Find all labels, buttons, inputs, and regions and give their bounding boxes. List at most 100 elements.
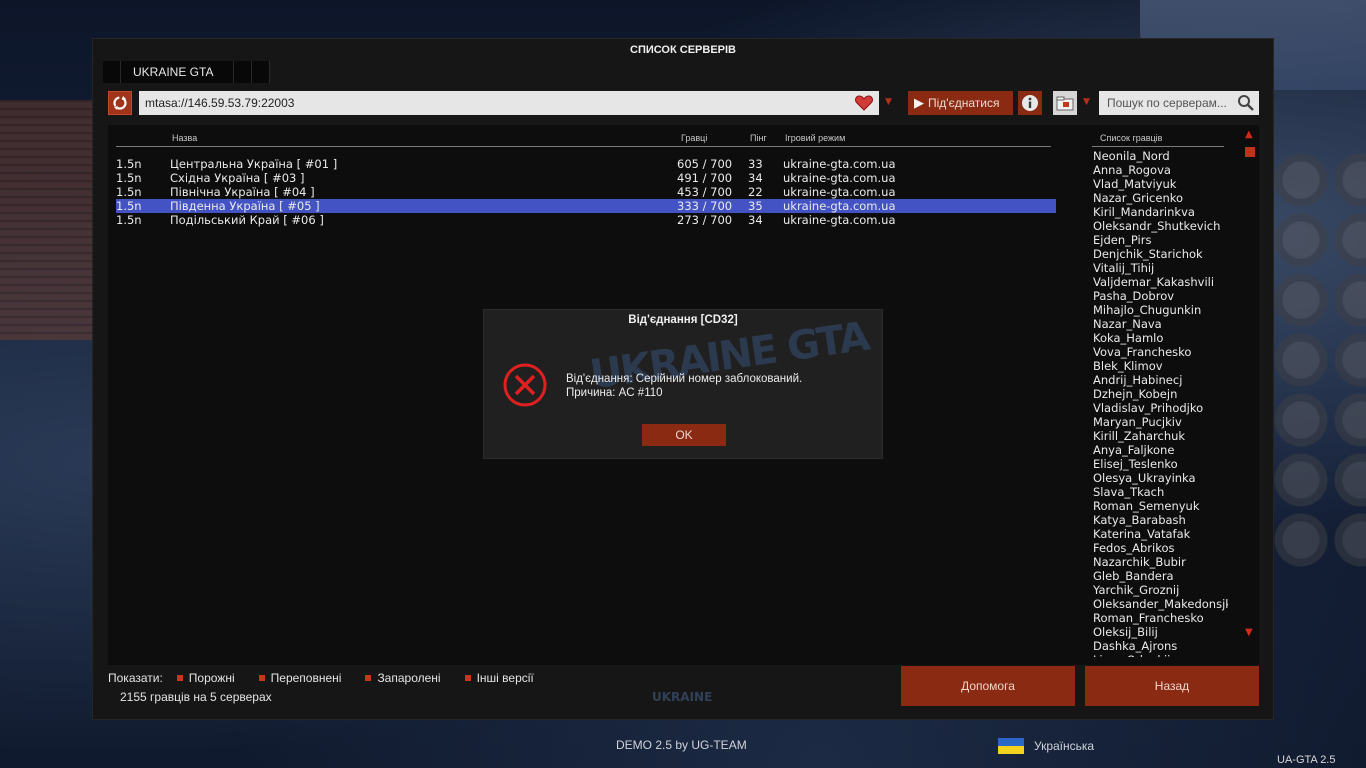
filter-full[interactable]: Переповнені xyxy=(258,671,342,685)
dialog-message-line-1: Від'єднання: Серійний номер заблокований… xyxy=(566,373,803,385)
player-list-item: Pasha_Dobrov xyxy=(1093,289,1175,303)
player-list-item: Yarchik_Groznij xyxy=(1093,583,1180,597)
tab-bar: UKRAINE GTA xyxy=(103,61,271,83)
filter-locked-checkbox[interactable] xyxy=(365,675,372,681)
play-icon: ▶ xyxy=(914,95,924,110)
player-list-item: Neonila_Nord xyxy=(1093,149,1170,163)
tab-ukraine-gta[interactable]: UKRAINE GTA xyxy=(121,61,235,83)
server-name: Центральна Україна [ #01 ] xyxy=(170,157,338,171)
player-list-item: Katerina_Vatafak xyxy=(1093,527,1191,541)
player-list-item: Blek_Klimov xyxy=(1093,359,1163,373)
player-list-item: Vova_Franchesko xyxy=(1093,345,1192,359)
filter-other-versions[interactable]: Інші версії xyxy=(464,671,534,685)
filter-other-versions-checkbox[interactable] xyxy=(464,675,471,681)
header-divider xyxy=(116,146,1051,147)
server-players: 333 / 700 xyxy=(677,199,733,213)
scroll-up-arrow-icon[interactable]: ▲ xyxy=(1245,129,1253,140)
filter-empty-checkbox[interactable] xyxy=(176,675,183,681)
server-players: 491 / 700 xyxy=(677,171,733,185)
player-list-item: Kirill_Zaharchuk xyxy=(1093,429,1186,443)
scroll-down-arrow-icon[interactable]: ▼ xyxy=(1245,627,1253,638)
server-ping: 33 xyxy=(748,157,763,171)
ok-button[interactable]: OK xyxy=(642,424,726,446)
server-gamemode: ukraine-gta.com.ua xyxy=(783,171,896,185)
background-logo: UKRAINE xyxy=(652,690,713,704)
tab-stub-right-2[interactable] xyxy=(252,61,271,83)
column-header-name[interactable]: Назва xyxy=(172,133,197,143)
player-list-item: Nazar_Gricenko xyxy=(1093,191,1184,205)
tab-stub-left[interactable] xyxy=(103,61,121,83)
server-version: 1.5n xyxy=(116,157,142,171)
server-name: Подільський Край [ #06 ] xyxy=(170,213,324,227)
search-placeholder: Пошук по серверам... xyxy=(1107,96,1227,110)
filter-full-checkbox[interactable] xyxy=(258,675,265,681)
player-list-item: Dzhejn_Kobejn xyxy=(1093,387,1178,401)
player-list-item: Vitalij_Tihij xyxy=(1093,261,1155,275)
player-list-item: Oleksander_Makedonsjk xyxy=(1093,597,1228,611)
ukraine-flag-icon[interactable] xyxy=(998,738,1024,754)
player-list-item: Elisej_Teslenko xyxy=(1093,457,1178,471)
player-list-item: Nazarchik_Bubir xyxy=(1093,555,1186,569)
filter-locked[interactable]: Запаролені xyxy=(365,671,441,685)
player-list-item: Andrij_Habinecj xyxy=(1093,373,1183,387)
favourite-heart-icon[interactable] xyxy=(855,95,873,119)
address-input[interactable]: mtasa://146.59.53.79:22003 xyxy=(139,91,879,115)
server-row[interactable]: 1.5n Подільський Край [ #06 ] 273 / 700 34 u… xyxy=(116,213,1056,227)
search-icon[interactable] xyxy=(1237,94,1255,120)
column-header-ping[interactable]: Пінг xyxy=(750,133,767,143)
tab-stub-right-1[interactable] xyxy=(234,61,253,83)
folder-icon xyxy=(1056,96,1074,111)
server-version: 1.5n xyxy=(116,213,142,227)
player-list-item: Vladislav_Prihodjko xyxy=(1093,401,1204,415)
player-list-item: Maryan_Pucjkiv xyxy=(1093,415,1182,429)
server-name: Східна Україна [ #03 ] xyxy=(170,171,305,185)
column-header-gamemode[interactable]: Ігровий режим xyxy=(785,133,845,143)
player-list-item: Nazar_Nava xyxy=(1093,317,1162,331)
error-icon xyxy=(502,362,548,411)
info-icon xyxy=(1022,95,1038,111)
server-players: 453 / 700 xyxy=(677,185,733,199)
help-button[interactable]: Допомога xyxy=(901,666,1075,706)
player-summary: 2155 гравців на 5 серверах xyxy=(120,690,272,704)
player-list[interactable]: Neonila_Nord Anna_Rogova Vlad_Matviyuk Naza… xyxy=(1093,149,1228,657)
server-gamemode: ukraine-gta.com.ua xyxy=(783,213,896,227)
filter-full-label: Переповнені xyxy=(270,671,342,685)
server-ping: 34 xyxy=(748,213,763,227)
back-button[interactable]: Назад xyxy=(1085,666,1259,706)
server-search-input[interactable]: Пошук по серверам... xyxy=(1099,91,1259,115)
address-history-chevron-down-icon[interactable]: ▼ xyxy=(885,97,892,107)
filter-bar: Показати: Порожні Переповнені Запаролені… xyxy=(108,671,558,685)
filter-locked-label: Запаролені xyxy=(377,671,441,685)
player-list-item: Koka_Hamlo xyxy=(1093,331,1164,345)
player-list-item: Fedos_Abrikos xyxy=(1093,541,1175,555)
favourites-folder-button[interactable] xyxy=(1053,91,1077,115)
connect-button[interactable]: ▶ Під'єднатися xyxy=(908,91,1013,115)
player-list-item: Roman_Semenyuk xyxy=(1093,499,1200,513)
server-ping: 22 xyxy=(748,185,763,199)
server-players: 273 / 700 xyxy=(677,213,733,227)
server-version: 1.5n xyxy=(116,199,142,213)
dialog-message-line-2: Причина: AC #110 xyxy=(566,387,663,399)
refresh-button[interactable] xyxy=(108,91,132,115)
server-row[interactable]: 1.5n Східна Україна [ #03 ] 491 / 700 34 ukr… xyxy=(116,171,1056,185)
player-list-item: Slava_Tkach xyxy=(1093,485,1165,499)
column-header-players[interactable]: Гравці xyxy=(681,133,707,143)
filter-empty[interactable]: Порожні xyxy=(176,671,235,685)
server-version: 1.5n xyxy=(116,171,142,185)
players-divider xyxy=(1092,146,1224,147)
player-list-item: Vlad_Matviyuk xyxy=(1093,177,1177,191)
info-button[interactable] xyxy=(1018,91,1042,115)
favourites-chevron-down-icon[interactable]: ▼ xyxy=(1083,97,1090,107)
server-row[interactable]: 1.5n Центральна Україна [ #01 ] 605 / 700 3… xyxy=(116,157,1056,171)
server-row[interactable]: 1.5n Північна Україна [ #04 ] 453 / 700 22 u… xyxy=(116,185,1056,199)
server-gamemode: ukraine-gta.com.ua xyxy=(783,185,896,199)
language-selector[interactable]: Українська xyxy=(1034,739,1094,753)
scrollbar-thumb[interactable] xyxy=(1245,147,1255,157)
dialog-message: Від'єднання: Серійний номер заблокований… xyxy=(566,372,802,400)
server-name: Південна Україна [ #05 ] xyxy=(170,199,320,213)
background-house xyxy=(0,100,95,340)
player-list-item: Liam_Odenkii xyxy=(1093,653,1228,657)
server-row[interactable]: 1.5n Південна Україна [ #05 ] 333 / 700 35 u… xyxy=(116,199,1056,213)
filter-other-versions-label: Інші версії xyxy=(476,671,534,685)
player-list-item: Gleb_Bandera xyxy=(1093,569,1174,583)
